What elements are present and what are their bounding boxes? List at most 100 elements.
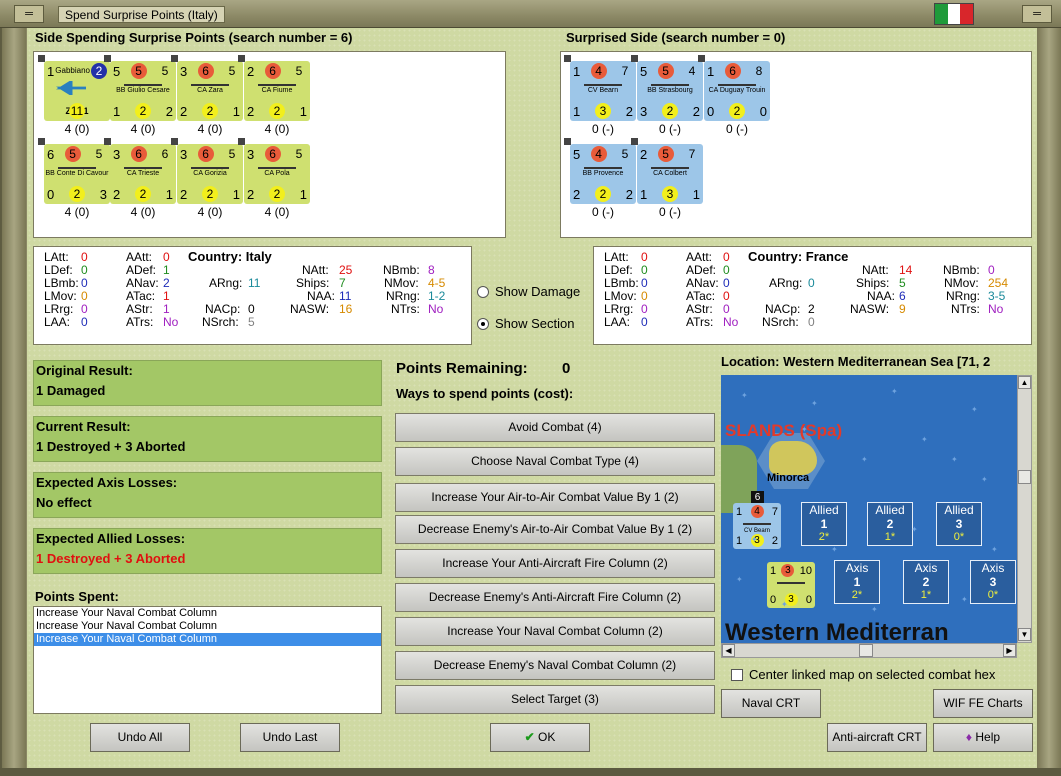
scroll-right-icon[interactable]: ▶ <box>1003 644 1016 657</box>
bottom-frame <box>0 768 1061 776</box>
counter-top-values: 545 <box>573 146 633 162</box>
points-remaining-label: Points Remaining: <box>396 360 528 377</box>
unit-counter[interactable]: 1 6 8 CA Duguay Trouin 0 2 0 <box>698 55 770 121</box>
avoid-combat-button[interactable]: Avoid Combat (4) <box>395 413 715 442</box>
combat-box-side: Axis <box>981 561 1005 575</box>
undo-last-button[interactable]: Undo Last <box>240 723 340 752</box>
anti-aircraft-crt-button[interactable]: Anti-aircraft CRT <box>827 723 927 752</box>
unit-counter[interactable]: 3 6 5 CA Gorizia 2 2 1 <box>171 138 243 204</box>
minimize-button[interactable]: ═ <box>14 5 44 23</box>
counter-value: 2 <box>113 186 121 202</box>
counter-value: 3 <box>247 146 255 162</box>
points-spent-list[interactable]: Increase Your Naval Combat Column Increa… <box>33 606 382 714</box>
unit-counter[interactable]: 5 5 4 BB Strasbourg 3 2 2 <box>631 55 703 121</box>
unit-counter[interactable]: 1 4 7 CV Bearn 1 3 2 <box>564 55 636 121</box>
center-map-checkbox[interactable]: Center linked map on selected combat hex <box>731 667 995 682</box>
show-damage-radio[interactable]: Show Damage <box>477 284 580 299</box>
select-target-button[interactable]: Select Target (3) <box>395 685 715 714</box>
decrease-enemy-anti-aircraft-button[interactable]: Decrease Enemy's Anti-Aircraft Fire Colu… <box>395 583 715 612</box>
undo-all-button[interactable]: Undo All <box>90 723 190 752</box>
stat-label: NRng: <box>946 289 981 303</box>
show-section-radio-dot[interactable] <box>477 317 489 330</box>
title-bar[interactable]: ═ Spend Surprise Points (Italy) ═ <box>0 0 1061 28</box>
unit-counter[interactable]: 5 4 5 BB Provence 2 2 2 <box>564 138 636 204</box>
counter-bottom-values: 030 <box>770 593 812 606</box>
combat-section-box[interactable]: Allied 2 1* <box>867 502 913 546</box>
window-title: Spend Surprise Points (Italy) <box>58 6 225 23</box>
vertical-scroll-thumb[interactable] <box>1018 470 1031 484</box>
sea-star-icon: ✦ <box>921 435 928 444</box>
choose-naval-combat-type-button[interactable]: Choose Naval Combat Type (4) <box>395 447 715 476</box>
combat-box-value: 1* <box>920 589 932 601</box>
minorca-map-label: Minorca <box>767 472 810 484</box>
scroll-up-icon[interactable]: ▲ <box>1018 376 1031 389</box>
stat-label: Ships: <box>296 276 330 290</box>
sea-star-icon: ✦ <box>736 575 743 584</box>
increase-naval-combat-button[interactable]: Increase Your Naval Combat Column (2) <box>395 617 715 646</box>
stat-value: 5 <box>248 315 255 329</box>
map-italian-counter[interactable]: 1 3 10 0 3 0 <box>767 562 815 608</box>
wif-fe-charts-button[interactable]: WIF FE Charts <box>933 689 1033 718</box>
map-horizontal-scrollbar[interactable]: ◀ ▶ <box>721 643 1017 658</box>
points-spent-label: Points Spent: <box>35 589 119 604</box>
stat-label: AStr: <box>126 302 153 316</box>
combat-section-box[interactable]: Allied 3 0* <box>936 502 982 546</box>
unit-counter[interactable]: 3 6 5 CA Pola 2 2 1 <box>238 138 310 204</box>
ok-button[interactable]: ✔ OK <box>490 723 590 752</box>
list-item[interactable]: Increase Your Naval Combat Column <box>34 620 381 633</box>
close-button[interactable]: ═ <box>1022 5 1052 23</box>
horizontal-scroll-thumb[interactable] <box>859 644 873 657</box>
stat-value: 8 <box>428 263 435 277</box>
combat-section-box[interactable]: Axis 3 0* <box>970 560 1016 604</box>
show-damage-radio-dot[interactable] <box>477 285 489 298</box>
counter-value: 5 <box>228 64 236 78</box>
scroll-down-icon[interactable]: ▼ <box>1018 628 1031 641</box>
stat-value: 0 <box>163 250 170 264</box>
combat-box-side: Allied <box>809 503 839 517</box>
counter-value: 2 <box>247 63 255 79</box>
combat-section-box[interactable]: Axis 1 2* <box>834 560 880 604</box>
unit-points-label: 4 (0) <box>197 205 223 219</box>
stat-value: 0 <box>81 315 88 329</box>
combat-section-box[interactable]: Allied 1 2* <box>801 502 847 546</box>
counter-bottom-values: 221 <box>247 186 307 202</box>
decrease-enemy-naval-combat-button[interactable]: Decrease Enemy's Naval Combat Column (2) <box>395 651 715 680</box>
unit-counter[interactable]: 2 5 7 CA Colbert 1 3 1 <box>631 138 703 204</box>
stat-label: Ships: <box>856 276 890 290</box>
counter-name: CA Zara <box>197 87 223 94</box>
unit-counter[interactable]: 1Gabbiano2Z.50111 <box>38 55 110 121</box>
unit-marker-icon <box>238 138 245 145</box>
counter-value: 2 <box>662 103 678 119</box>
linked-map[interactable]: SLANDS (Spa) Minorca 6 1 4 7 1 3 2 CV Bearn 13… <box>721 375 1017 643</box>
combat-box-side: Axis <box>914 561 938 575</box>
increase-anti-aircraft-button[interactable]: Increase Your Anti-Aircraft Fire Column … <box>395 549 715 578</box>
help-button[interactable]: ♦ Help <box>933 723 1033 752</box>
points-remaining-value: 0 <box>562 360 571 377</box>
increase-air-to-air-button[interactable]: Increase Your Air-to-Air Combat Value By… <box>395 483 715 512</box>
unit-counter[interactable]: 3 6 6 CA Trieste 2 2 1 <box>104 138 176 204</box>
list-item[interactable]: Increase Your Naval Combat Column <box>34 633 381 646</box>
decrease-enemy-air-to-air-button[interactable]: Decrease Enemy's Air-to-Air Combat Value… <box>395 515 715 544</box>
stat-value: No <box>163 315 179 329</box>
combat-section-box[interactable]: Axis 2 1* <box>903 560 949 604</box>
help-book-icon: ♦ <box>965 730 973 744</box>
stat-label: LAtt: <box>44 250 69 264</box>
counter-value: 5 <box>295 64 303 78</box>
naval-crt-button[interactable]: Naval CRT <box>721 689 821 718</box>
stat-label: NACp: <box>765 302 801 316</box>
list-item[interactable]: Increase Your Naval Combat Column <box>34 607 381 620</box>
show-section-radio[interactable]: Show Section <box>477 316 575 331</box>
unit-counter[interactable]: 5 5 5 BB Giulio Cesare 1 2 2 <box>104 55 176 121</box>
unit-counter[interactable]: 6 5 5 BB Conte Di Cavour 0 2 3 <box>38 138 110 204</box>
counter-value: 1 <box>736 534 743 547</box>
unit-counter[interactable]: 3 6 5 CA Zara 2 2 1 <box>171 55 243 121</box>
center-map-checkbox-box[interactable] <box>731 668 743 681</box>
stat-label: NAtt: <box>862 263 889 277</box>
map-vertical-scrollbar[interactable]: ▲ ▼ <box>1017 375 1032 643</box>
combat-box-value: 0* <box>953 531 965 543</box>
unit-counter[interactable]: 2 6 5 CA Fiume 2 2 1 <box>238 55 310 121</box>
checkmark-icon: ✔ <box>524 730 535 744</box>
unit-points-label: 0 (-) <box>592 122 614 136</box>
scroll-left-icon[interactable]: ◀ <box>722 644 735 657</box>
stat-label: NSrch: <box>762 315 799 329</box>
